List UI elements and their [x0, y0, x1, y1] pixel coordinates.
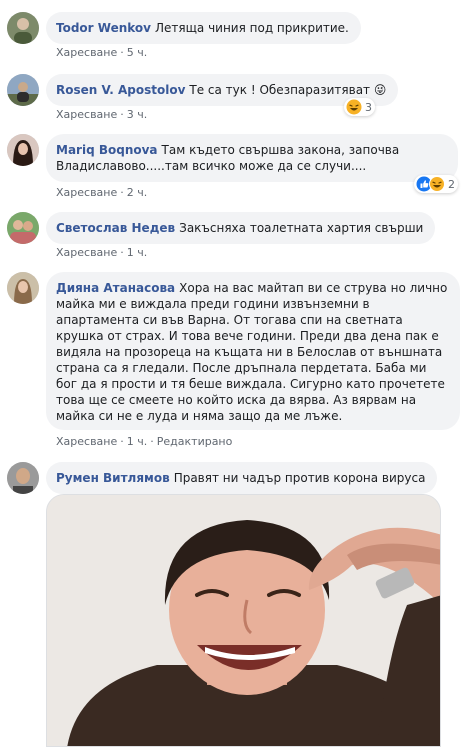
reactions-badge[interactable]: 2 [414, 175, 458, 193]
photo-illustration [47, 495, 440, 746]
separator: · [120, 46, 124, 59]
comment-bubble: Светослав Недев Закъсняха тоалетната харт… [46, 212, 436, 244]
like-link[interactable]: Харесване [56, 246, 117, 259]
comment-author[interactable]: Румен Витлямов [56, 471, 170, 485]
comment-bubble: Дияна Атанасова Хора на вас майтап ви се … [46, 272, 460, 430]
avatar[interactable] [7, 74, 39, 106]
like-link[interactable]: Харесване [56, 435, 117, 448]
comment-author[interactable]: Дияна Атанасова [56, 281, 175, 295]
comment-time[interactable]: 3 ч. [127, 108, 148, 121]
comment-bubble: Todor Wenkov Летяща чиния под прикритие. [46, 12, 361, 44]
reaction-count: 2 [448, 177, 455, 191]
comment-text: Летяща чиния под прикритие. [154, 21, 349, 35]
comment-text: Правят ни чадър против корона вируса [173, 471, 426, 485]
comment-meta: Харесване · 3 ч. [56, 108, 147, 121]
comment-meta: Харесване · 1 ч. [56, 246, 147, 259]
comment-bubble: Mariq Boqnova Там където свършва закона, … [46, 134, 458, 182]
avatar[interactable] [7, 462, 39, 494]
comment-author[interactable]: Mariq Boqnova [56, 143, 158, 157]
separator: · [120, 246, 124, 259]
like-link[interactable]: Харесване [56, 108, 117, 121]
comment-bubble: Румен Витлямов Правят ни чадър против кор… [46, 462, 438, 494]
like-link[interactable]: Харесване [56, 186, 117, 199]
avatar[interactable] [7, 272, 39, 304]
like-link[interactable]: Харесване [56, 46, 117, 59]
avatar[interactable] [7, 12, 39, 44]
separator: · [150, 435, 154, 448]
reactions-badge[interactable]: 3 [344, 98, 375, 116]
comment-time[interactable]: 1 ч. [127, 435, 148, 448]
comment-author[interactable]: Светослав Недев [56, 221, 175, 235]
separator: · [120, 108, 124, 121]
laughing-man-photo[interactable] [46, 494, 441, 747]
comment-author[interactable]: Rosen V. Apostolov [56, 83, 185, 97]
comment-meta: Харесване · 5 ч. [56, 46, 147, 59]
edited-label[interactable]: Редактирано [157, 435, 233, 448]
comment-text: Те са тук ! Обезпаразитяват 😜 [189, 83, 387, 97]
comment-text: Закъсняха тоалетната хартия свърши [179, 221, 424, 235]
comment-time[interactable]: 1 ч. [127, 246, 148, 259]
separator: · [120, 186, 124, 199]
comment-author[interactable]: Todor Wenkov [56, 21, 151, 35]
comment-text: Хора на вас майтап ви се струва но лично… [56, 281, 448, 423]
comment-meta: Харесване · 2 ч. [56, 186, 147, 199]
comment-time[interactable]: 2 ч. [127, 186, 148, 199]
haha-icon [346, 99, 362, 115]
separator: · [120, 435, 124, 448]
comment-meta: Харесване · 1 ч. · Редактирано [56, 435, 232, 448]
comment-time[interactable]: 5 ч. [127, 46, 148, 59]
reaction-count: 3 [365, 100, 372, 114]
haha-icon [429, 176, 445, 192]
avatar[interactable] [7, 212, 39, 244]
avatar[interactable] [7, 134, 39, 166]
